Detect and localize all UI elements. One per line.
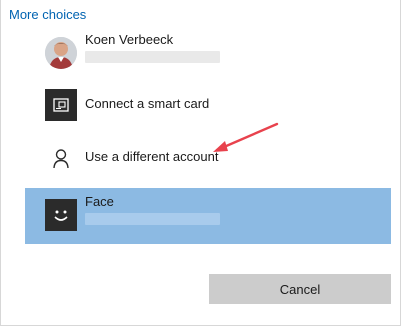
- option-face[interactable]: Face: [25, 188, 391, 244]
- option-different-account[interactable]: Use a different account: [25, 131, 391, 187]
- face-icon: [45, 199, 77, 231]
- option-user-account[interactable]: Koen Verbeeck: [25, 26, 391, 82]
- smart-card-icon: [45, 89, 77, 121]
- option-smart-card[interactable]: Connect a smart card: [25, 78, 391, 134]
- redacted-email: [85, 213, 220, 225]
- option-title: Connect a smart card: [85, 96, 210, 111]
- option-title: Koen Verbeeck: [85, 32, 174, 47]
- user-avatar-icon: [45, 37, 77, 69]
- cancel-button[interactable]: Cancel: [209, 274, 391, 304]
- option-title: Use a different account: [85, 149, 219, 164]
- sign-in-options-panel: More choices Koen Verbeeck Connect a sma…: [0, 0, 401, 326]
- option-title: Face: [85, 194, 114, 209]
- person-outline-icon: [45, 142, 77, 174]
- redacted-email: [85, 51, 220, 63]
- more-choices-heading: More choices: [9, 7, 87, 22]
